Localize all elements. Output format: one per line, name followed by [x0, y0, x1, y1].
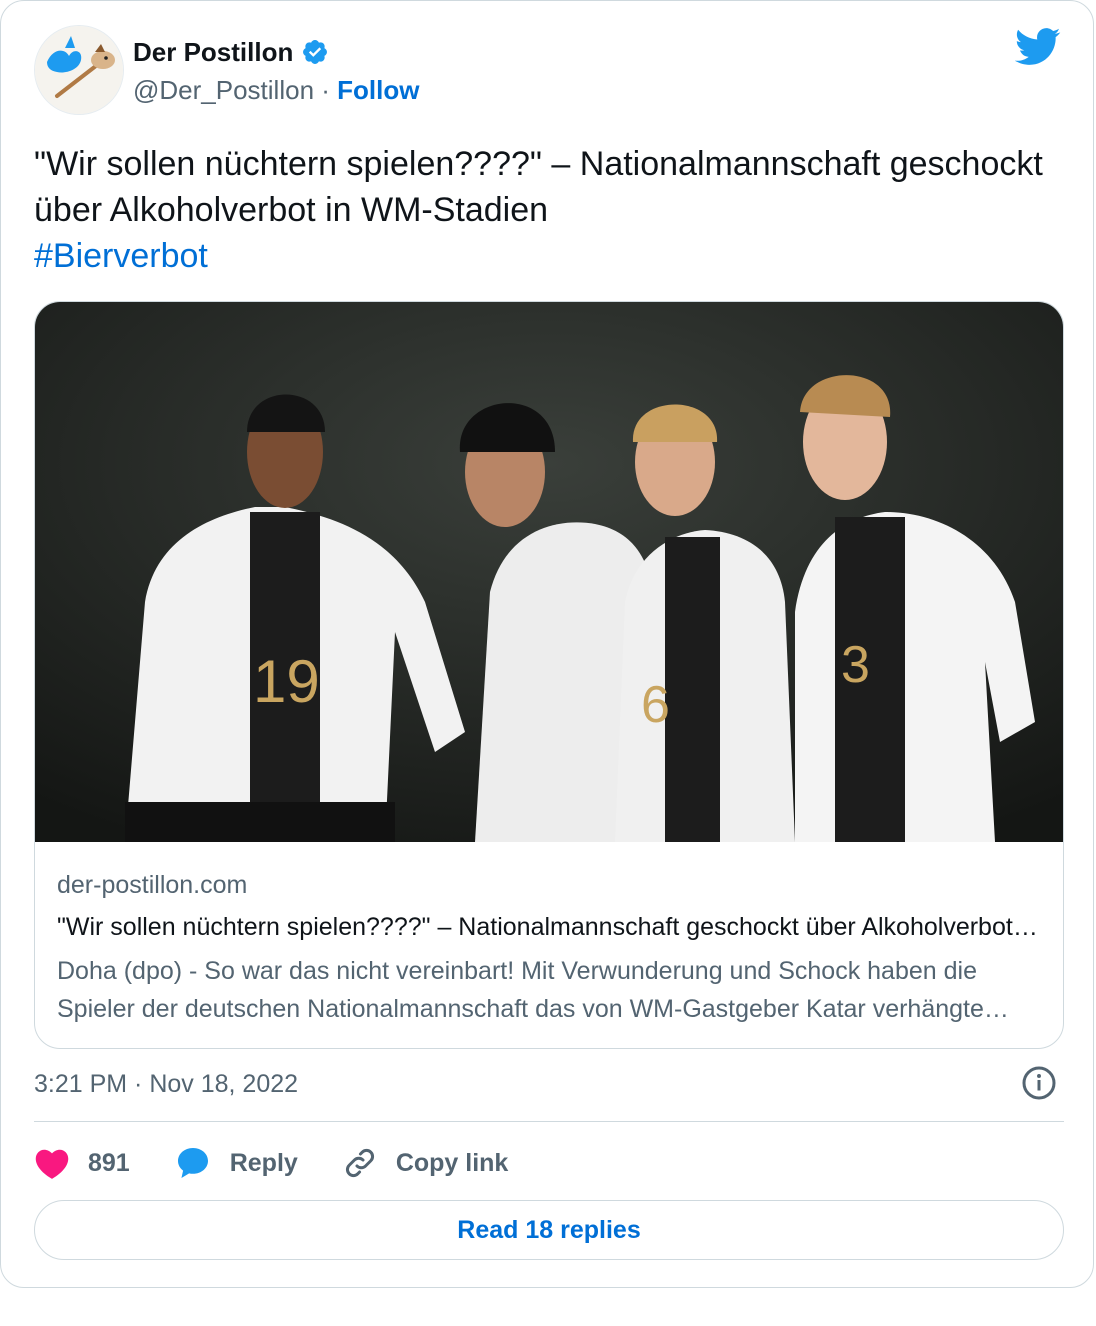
article-photo: 19 6 3 [35, 302, 1063, 842]
jersey-number: 3 [841, 636, 870, 694]
copy-link-button[interactable]: Copy link [342, 1145, 509, 1181]
tweet-text: "Wir sollen nüchtern spielen????" – Nati… [34, 141, 1044, 279]
verified-badge-icon [303, 40, 328, 64]
copy-link-label: Copy link [395, 1148, 509, 1177]
author-name-row: Der Postillon [133, 35, 329, 69]
author-handle-line: @Der_Postillon · Follow [133, 73, 420, 107]
twitter-bird-icon[interactable] [1015, 27, 1061, 67]
jersey-number: 6 [641, 676, 670, 734]
tweet-body: "Wir sollen nüchtern spielen????" – Nati… [34, 145, 1043, 229]
link-preview-card[interactable]: 19 6 3 der-postillon.com "Wir sollen nüc… [34, 301, 1064, 1049]
link-title: "Wir sollen nüchtern spielen????" – Nati… [57, 913, 1042, 941]
read-replies-button[interactable]: Read 18 replies [34, 1200, 1064, 1260]
tweet-timestamp[interactable]: 3:21 PM · Nov 18, 2022 [34, 1067, 298, 1101]
handle-separator: · [321, 75, 330, 105]
link-domain: der-postillon.com [57, 871, 248, 899]
like-button[interactable]: 891 [34, 1146, 130, 1180]
author-avatar[interactable] [34, 25, 124, 115]
jersey-number: 19 [253, 648, 320, 715]
tweet-embed-card: Der Postillon @Der_Postillon · Follow "W… [0, 0, 1094, 1288]
heart-icon [35, 1149, 69, 1179]
link-preview-meta: der-postillon.com "Wir sollen nüchtern s… [57, 868, 1042, 1028]
tweet-actions: 891 Reply Copy link [34, 1139, 552, 1187]
avatar-hobby-horse-bird [35, 26, 123, 114]
reply-button[interactable]: Reply [174, 1145, 298, 1181]
reply-label: Reply [229, 1148, 298, 1177]
like-count: 891 [88, 1148, 130, 1177]
link-icon [345, 1149, 374, 1177]
link-description: Doha (dpo) - So war das nicht vereinbart… [57, 957, 984, 1023]
author-name[interactable]: Der Postillon [133, 35, 293, 69]
hashtag-link[interactable]: #Bierverbot [34, 233, 1044, 279]
follow-button[interactable]: Follow [337, 75, 419, 105]
reply-bubble-icon [177, 1148, 208, 1178]
actions-divider [34, 1121, 1064, 1122]
author-handle[interactable]: @Der_Postillon [133, 75, 314, 105]
info-icon[interactable] [1021, 1065, 1057, 1101]
